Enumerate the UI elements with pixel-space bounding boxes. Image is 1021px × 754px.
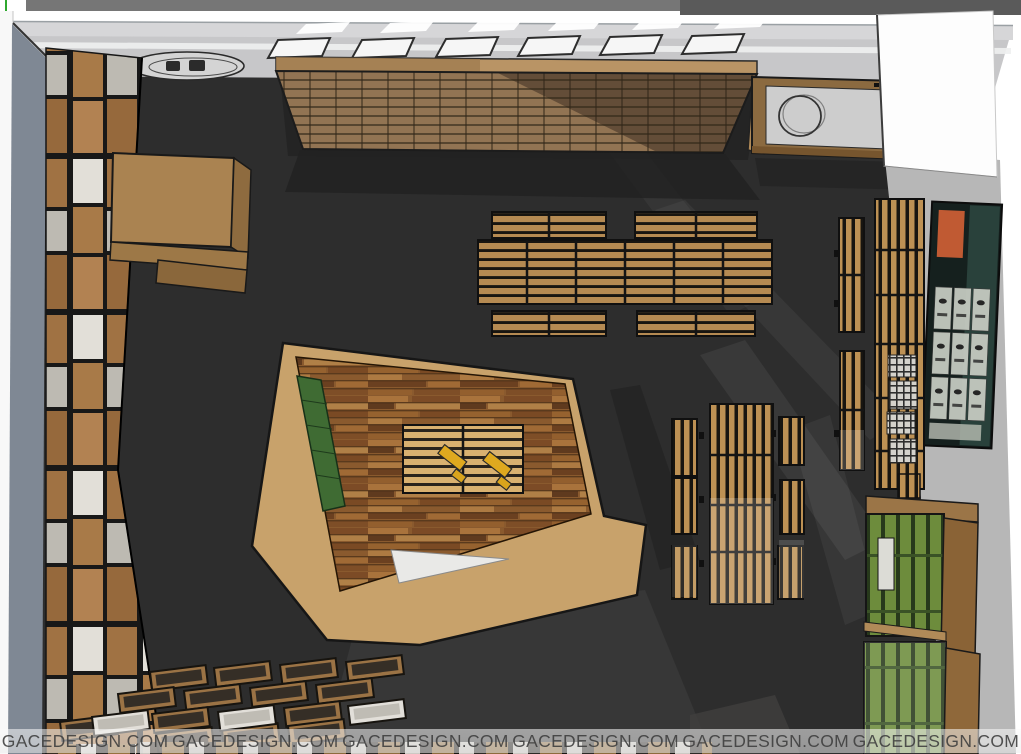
watermark-text: GACEDESIGN.COM — [342, 731, 509, 752]
wall-poster — [921, 202, 1002, 449]
render-viewport: GACEDESIGN.COM GACEDESIGN.COM GACEDESIGN… — [0, 0, 1021, 754]
watermark-text: GACEDESIGN.COM — [853, 731, 1020, 752]
watermark-text: GACEDESIGN.COM — [2, 731, 169, 752]
platform-display-table — [403, 425, 523, 493]
ceiling-light-oval — [130, 52, 244, 80]
watermark-band: GACEDESIGN.COM GACEDESIGN.COM GACEDESIGN… — [0, 729, 1021, 753]
watermark-text: GACEDESIGN.COM — [512, 731, 679, 752]
mesh-baskets — [887, 355, 917, 463]
watermark-text: GACEDESIGN.COM — [172, 731, 339, 752]
interior-3d-render — [0, 0, 1021, 754]
green-lockers — [864, 496, 980, 754]
right-table-with-benches — [672, 404, 804, 604]
slatted-screen-panel — [276, 57, 770, 200]
watermark-text: GACEDESIGN.COM — [682, 731, 849, 752]
left-wall — [0, 11, 47, 754]
